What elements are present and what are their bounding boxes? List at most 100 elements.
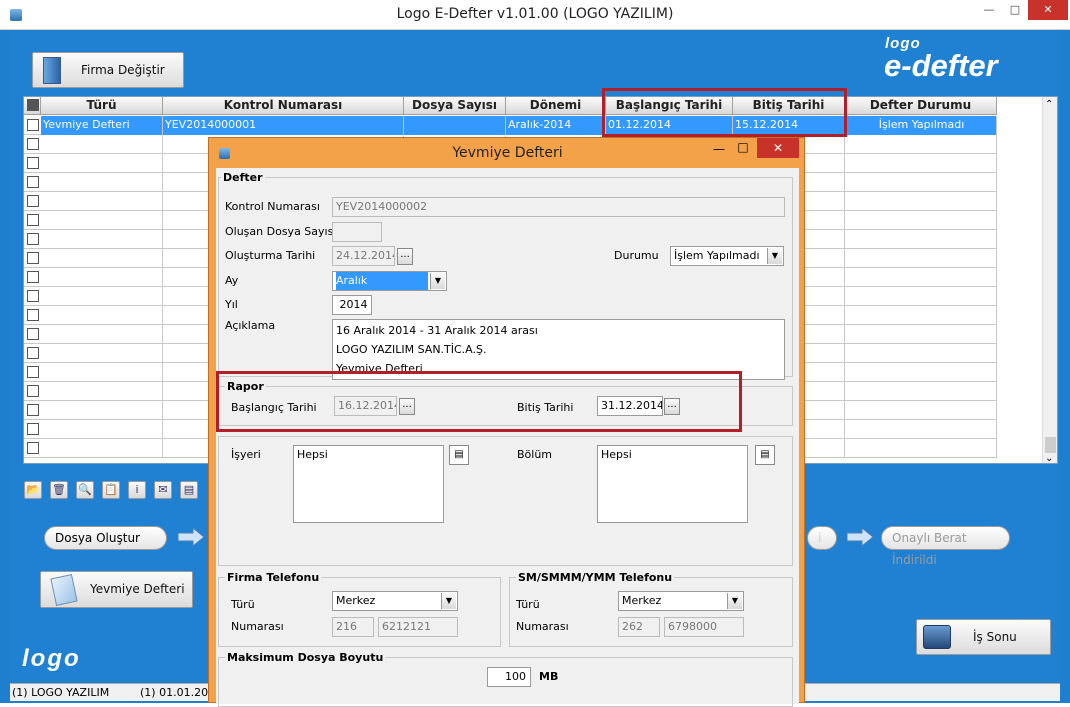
row-checkbox[interactable] [27,214,39,226]
minimize-button[interactable]: — [976,0,1002,20]
dialog-close-button[interactable]: ✕ [757,138,799,158]
durumu-select[interactable]: İşlem Yapılmadı ▼ [670,246,784,266]
col-header-donemi[interactable]: Dönemi [506,97,606,115]
dialog-minimize-button[interactable]: — [709,142,729,156]
isyeri-label: İşyeri [231,448,261,461]
kontrol-field[interactable]: YEV2014000002 [332,197,785,217]
firma-turu-select[interactable]: Merkez ▼ [332,591,458,611]
smmm-turu-select[interactable]: Merkez ▼ [618,591,744,611]
arrow-right-icon [846,527,874,547]
firma-area-code[interactable]: 216 [332,617,374,637]
scroll-thumb[interactable] [1045,437,1056,453]
maks-dosya-unit: MB [539,670,559,683]
olusturma-field[interactable]: 24.12.2014 [332,246,395,266]
scroll-up-icon[interactable]: ⌃ [1045,99,1053,110]
row-checkbox[interactable] [27,328,39,340]
empty-cell [845,306,997,325]
ay-select[interactable]: Aralık ▼ [332,271,447,291]
empty-cell [845,344,997,363]
title-bar: Logo E-Defter v1.01.00 (LOGO YAZILIM) — … [0,0,1070,30]
maks-dosya-group: Maksimum Dosya Boyutu 100 MB [218,651,793,707]
isyeri-bolum-group: İşyeri Hepsi ▤ Bölüm Hepsi ▤ [218,436,793,566]
col-header-turu[interactable]: Türü [41,97,163,115]
window-title: Logo E-Defter v1.01.00 (LOGO YAZILIM) [396,6,674,22]
row-checkbox[interactable] [27,119,39,131]
row-checkbox[interactable] [27,309,39,321]
olusan-field[interactable] [332,222,382,242]
row-checkbox[interactable] [27,233,39,245]
preview-icon[interactable]: 🔍 [76,481,94,499]
row-checkbox[interactable] [27,271,39,283]
firma-numara-label: Numarası [231,620,284,633]
smmm-telefonu-group: SM/SMMM/YMM Telefonu Türü Merkez ▼ Numara… [509,571,793,647]
row-checkbox[interactable] [27,385,39,397]
is-sonu-button[interactable]: İş Sonu [916,619,1051,655]
empty-cell [41,192,163,211]
row-checkbox[interactable] [27,138,39,150]
row-checkbox[interactable] [27,347,39,359]
col-header-kontrol[interactable]: Kontrol Numarası [163,97,404,115]
info-icon[interactable]: i [128,481,146,499]
export-icon[interactable]: ▤ [180,481,198,499]
smmm-telefonu-title: SM/SMMM/YMM Telefonu [516,571,675,584]
empty-cell [41,401,163,420]
firma-turu-label: Türü [231,598,255,611]
yil-field[interactable]: 2014 [332,295,372,315]
onayli-berat-button[interactable]: Onaylı Berat İndirildi [881,526,1010,567]
table-row[interactable]: Yevmiye Defteri YEV2014000001 Aralık-201… [24,116,997,135]
select-all-checkbox[interactable] [27,99,39,111]
row-checkbox[interactable] [27,404,39,416]
bolum-select-icon[interactable]: ▤ [755,445,775,465]
row-checkbox[interactable] [27,176,39,188]
olusturma-date-button[interactable]: ... [397,248,413,265]
row-checkbox[interactable] [27,366,39,378]
maximize-button[interactable]: □ [1002,0,1028,20]
chevron-down-icon: ▼ [767,248,782,264]
olusturma-label: Oluşturma Tarihi [225,249,316,262]
row-checkbox[interactable] [27,195,39,207]
dosya-olustur-button[interactable]: Dosya Oluştur [44,526,167,550]
defter-group-title: Defter [221,171,265,184]
empty-cell [845,249,997,268]
hidden-step-button[interactable]: i [807,526,837,550]
scroll-down-icon[interactable]: ⌄ [1045,453,1053,464]
envelope-icon[interactable]: ✉ [154,481,172,499]
yil-label: Yıl [225,298,238,311]
smmm-phone-number[interactable]: 6798000 [664,617,744,637]
yevmiye-defteri-button[interactable]: Yevmiye Defteri [40,571,193,608]
vertical-scrollbar[interactable]: ⌃ ⌄ [1042,97,1057,464]
dialog-maximize-button[interactable]: □ [733,140,753,154]
durumu-label: Durumu [614,249,659,262]
olusan-label: Oluşan Dosya Sayısı [225,225,337,238]
bolum-list[interactable]: Hepsi [597,445,748,523]
firma-degistir-button[interactable]: Firma Değiştir [32,52,184,88]
close-button[interactable]: ✕ [1028,0,1068,20]
empty-cell [845,382,997,401]
cell-turu: Yevmiye Defteri [41,116,163,135]
chevron-down-icon: ▼ [727,593,742,609]
row-checkbox[interactable] [27,423,39,435]
isyeri-list[interactable]: Hepsi [293,445,444,523]
smmm-area-code[interactable]: 262 [618,617,660,637]
maks-dosya-field[interactable]: 100 [487,667,531,687]
aciklama-label: Açıklama [225,319,276,332]
open-folder-icon[interactable]: 📂 [24,481,42,499]
empty-cell [845,439,997,458]
isyeri-select-icon[interactable]: ▤ [449,445,469,465]
row-checkbox[interactable] [27,252,39,264]
trash-icon[interactable]: 🗑 [50,481,68,499]
row-checkbox[interactable] [27,157,39,169]
row-checkbox[interactable] [27,442,39,454]
product-logo: e-defter [884,48,998,83]
col-header-durum[interactable]: Defter Durumu [845,97,997,115]
logo-bottom: logo [22,645,81,672]
highlight-grid-dates [602,88,847,137]
smmm-turu-label: Türü [516,598,540,611]
col-header-dosya[interactable]: Dosya Sayısı [404,97,506,115]
copy-icon[interactable]: 📋 [102,481,120,499]
row-checkbox[interactable] [27,290,39,302]
select-all-header[interactable] [24,97,41,115]
empty-cell [845,230,997,249]
empty-cell [845,192,997,211]
firma-phone-number[interactable]: 6212121 [378,617,458,637]
